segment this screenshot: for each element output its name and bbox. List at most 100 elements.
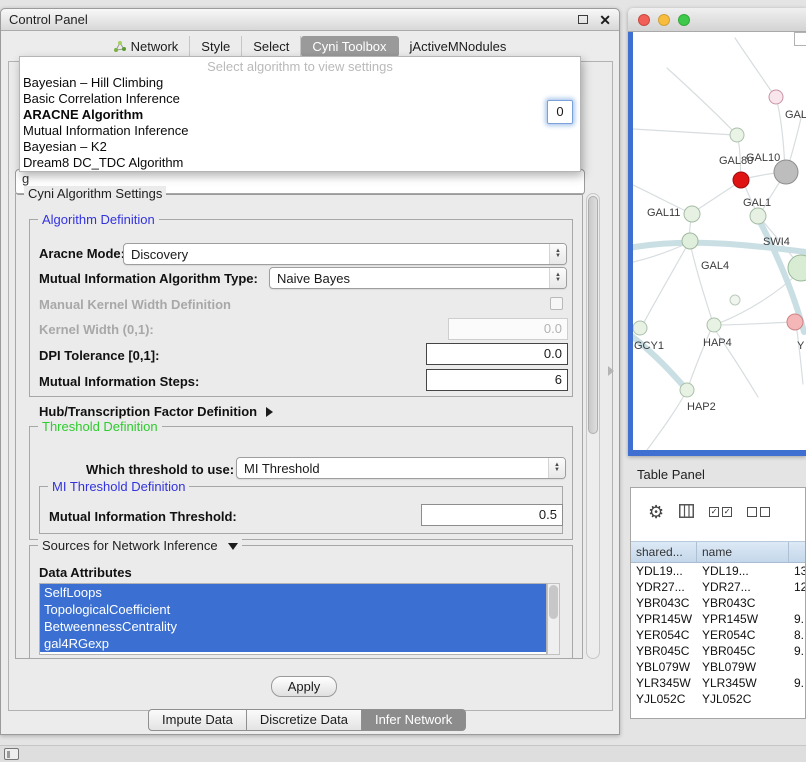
- table-row[interactable]: YDL19...YDL19...13: [631, 563, 805, 579]
- tab-jactivemnodules[interactable]: jActiveMNodules: [399, 36, 518, 57]
- panel-toggle-icon[interactable]: [4, 748, 19, 760]
- table-cell: YBL079W: [697, 659, 789, 675]
- algorithm-placeholder-option[interactable]: Select algorithm to view settings: [20, 59, 580, 75]
- table-rows: YDL19...YDL19...13YDR27...YDR27...12YBR0…: [631, 563, 805, 718]
- attribute-item-topologicalcoefficient[interactable]: TopologicalCoefficient: [40, 601, 546, 618]
- mac-close-button[interactable]: [638, 14, 650, 26]
- network-node[interactable]: [733, 172, 749, 188]
- table-row[interactable]: YER054CYER054C8.: [631, 627, 805, 643]
- close-window-icon[interactable]: ✕: [599, 13, 611, 27]
- tab-network[interactable]: Network: [103, 36, 191, 57]
- table-row[interactable]: YPR145WYPR145W9.: [631, 611, 805, 627]
- select-all-icon[interactable]: ✓ ✓: [709, 507, 732, 517]
- combo-value: MI Threshold: [244, 461, 320, 476]
- table-row[interactable]: YDR27...YDR27...12: [631, 579, 805, 595]
- network-node[interactable]: [788, 255, 806, 281]
- mi-algorithm-type-combo[interactable]: Naive Bayes ▲▼: [269, 267, 567, 289]
- tab-cyni-toolbox[interactable]: Cyni Toolbox: [301, 36, 398, 57]
- scrollbar-thumb[interactable]: [549, 585, 558, 619]
- scrollbar-thumb[interactable]: [588, 196, 598, 434]
- table-cell: [789, 595, 805, 611]
- which-threshold-combo[interactable]: MI Threshold ▲▼: [236, 457, 566, 479]
- network-node[interactable]: [730, 128, 744, 142]
- combo-value: Naive Bayes: [277, 271, 350, 286]
- network-node[interactable]: [787, 314, 803, 330]
- collapse-arrow-icon: [228, 543, 238, 550]
- mi-steps-field[interactable]: 6: [426, 369, 568, 391]
- attribute-item-betweennesscentrality[interactable]: BetweennessCentrality: [40, 618, 546, 635]
- network-edge: [633, 129, 735, 135]
- network-edge: [694, 182, 739, 212]
- table-row[interactable]: YBL079WYBL079W: [631, 659, 805, 675]
- combo-arrows-icon: ▲▼: [549, 268, 566, 288]
- algorithm-option-aracne-algorithm[interactable]: ARACNE Algorithm: [20, 107, 580, 123]
- network-node[interactable]: [769, 90, 783, 104]
- table-cell: 9.: [789, 675, 805, 691]
- network-node[interactable]: [750, 208, 766, 224]
- algorithm-option-dream8-dc-tdc-algorithm[interactable]: Dream8 DC_TDC Algorithm: [20, 155, 580, 171]
- mac-zoom-button[interactable]: [678, 14, 690, 26]
- sources-toggle[interactable]: Sources for Network Inference: [38, 538, 242, 553]
- network-node[interactable]: [682, 233, 698, 249]
- mi-steps-label: Mutual Information Steps:: [39, 374, 199, 389]
- tab-select[interactable]: Select: [242, 36, 301, 57]
- algorithm-option-bayesian-k2[interactable]: Bayesian – K2: [20, 139, 580, 155]
- tab-style[interactable]: Style: [190, 36, 242, 57]
- table-row[interactable]: YBR045CYBR045C9.: [631, 643, 805, 659]
- attributes-list-scrollbar[interactable]: [547, 583, 560, 655]
- algorithm-option-bayesian-hill-climbing[interactable]: Bayesian – Hill Climbing: [20, 75, 580, 91]
- table-cell: YDR27...: [631, 579, 697, 595]
- attribute-item-selfloops[interactable]: SelfLoops: [40, 584, 546, 601]
- dpi-tolerance-field[interactable]: 0.0: [426, 343, 568, 365]
- which-threshold-label: Which threshold to use:: [86, 462, 234, 477]
- node-label-gal1: GAL1: [743, 197, 771, 209]
- table-settings-gear-icon[interactable]: ⚙: [648, 503, 664, 521]
- table-cell: YDL19...: [697, 563, 789, 579]
- hub-definition-label: Hub/Transcription Factor Definition: [39, 404, 257, 419]
- network-node[interactable]: [633, 321, 647, 335]
- algorithm-option-mutual-information-inference[interactable]: Mutual Information Inference: [20, 123, 580, 139]
- apply-button[interactable]: Apply: [271, 676, 337, 697]
- network-canvas[interactable]: GAL80GAL10GAL11GAL1SWI4GAL4GCY1HAP4HAP2G…: [628, 32, 806, 456]
- kernel-width-field[interactable]: 0.0: [448, 318, 568, 340]
- hub-definition-toggle[interactable]: Hub/Transcription Factor Definition: [39, 404, 273, 419]
- table-cell: 12: [789, 579, 805, 595]
- bottom-tab-discretize-data[interactable]: Discretize Data: [247, 709, 362, 731]
- settings-scrollbar[interactable]: [586, 193, 600, 659]
- network-node[interactable]: [684, 206, 700, 222]
- group-title: Threshold Definition: [38, 419, 162, 434]
- mi-threshold-label: Mutual Information Threshold:: [49, 509, 237, 524]
- combo-text-fragment: g: [22, 171, 29, 186]
- splitter-handle[interactable]: [608, 366, 614, 376]
- table-row[interactable]: YBR043CYBR043C: [631, 595, 805, 611]
- aracne-mode-combo[interactable]: Discovery ▲▼: [123, 243, 567, 265]
- stray-number-field[interactable]: 0: [547, 100, 573, 124]
- bottom-tab-impute-data[interactable]: Impute Data: [148, 709, 247, 731]
- data-attributes-list[interactable]: SelfLoopsTopologicalCoefficientBetweenne…: [39, 583, 547, 655]
- network-node[interactable]: [707, 318, 721, 332]
- combo-arrows-icon: ▲▼: [548, 458, 565, 478]
- algorithm-dropdown-popup: Select algorithm to view settings Bayesi…: [19, 56, 581, 172]
- mi-threshold-field[interactable]: 0.5: [421, 504, 563, 526]
- column-header-name[interactable]: name: [697, 542, 789, 562]
- table-panel-title: Table Panel: [628, 460, 806, 482]
- column-header-shared-[interactable]: shared...: [631, 542, 697, 562]
- column-header-2[interactable]: [789, 542, 805, 562]
- attribute-item-gal4rgexp[interactable]: gal4RGexp: [40, 635, 546, 652]
- algorithm-option-basic-correlation-inference[interactable]: Basic Correlation Inference: [20, 91, 580, 107]
- table-cell: YDL19...: [631, 563, 697, 579]
- float-window-icon[interactable]: [578, 15, 588, 24]
- table-cell: YER054C: [697, 627, 789, 643]
- node-label-gcy1: GCY1: [634, 340, 664, 352]
- show-columns-icon[interactable]: [679, 504, 694, 521]
- table-row[interactable]: YJL052CYJL052C: [631, 691, 805, 707]
- table-row[interactable]: YLR345WYLR345W9.: [631, 675, 805, 691]
- deselect-all-icon[interactable]: [747, 507, 770, 517]
- network-node[interactable]: [680, 383, 694, 397]
- mi-type-label: Mutual Information Algorithm Type:: [39, 271, 258, 286]
- mac-minimize-button[interactable]: [658, 14, 670, 26]
- table-cell: YER054C: [631, 627, 697, 643]
- network-node[interactable]: [730, 295, 740, 305]
- manual-kernel-checkbox[interactable]: [550, 297, 563, 310]
- bottom-tab-infer-network[interactable]: Infer Network: [362, 709, 466, 731]
